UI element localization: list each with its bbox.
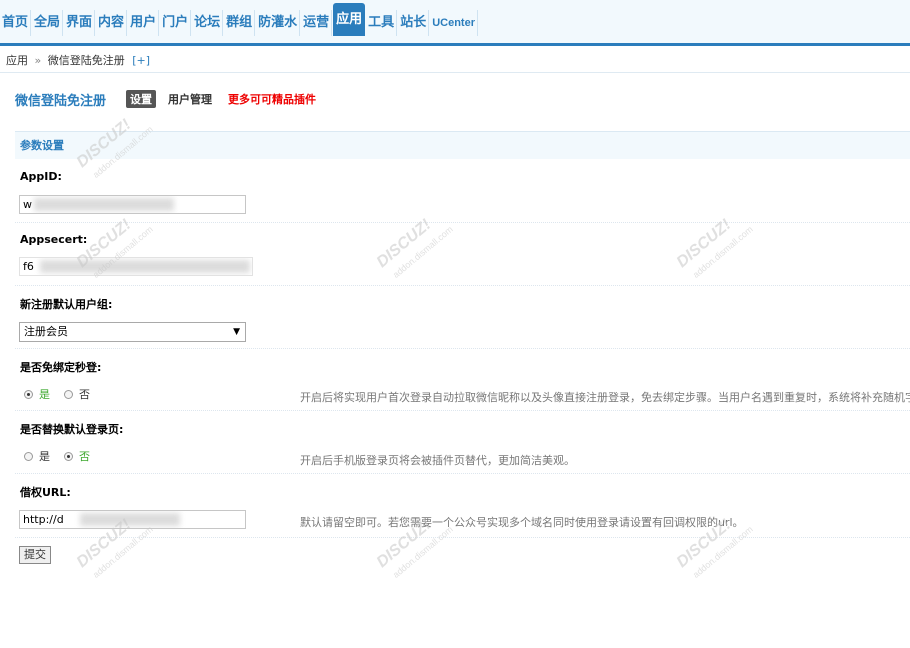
nav-item-founder[interactable]: 站长 (398, 10, 430, 36)
skip-bind-radios: 是 否 (24, 386, 104, 402)
replace-login-yes-label[interactable]: 是 (39, 448, 50, 464)
submit-button[interactable]: 提交 (19, 546, 51, 564)
nav-item-apps[interactable]: 应用 (333, 3, 366, 36)
redacted-mask (34, 198, 174, 211)
borrow-url-tip: 默认请留空即可。若您需要一个公众号实现多个域名同时使用登录请设置有回调权限的ur… (300, 516, 744, 529)
row-divider (15, 473, 910, 474)
nav-item-ucenter[interactable]: UCenter (430, 10, 478, 36)
skip-bind-no-radio[interactable] (64, 389, 73, 399)
default-group-select[interactable]: 注册会员 ▼ (19, 322, 246, 342)
section-header: 参数设置 (15, 131, 910, 159)
svg-text:addon.dismall.com: addon.dismall.com (691, 524, 755, 580)
borrow-url-label: 借权URL: (20, 486, 71, 499)
watermark-logo: DISCUZ! addon.dismall.com (674, 216, 755, 280)
breadcrumb-separator: » (34, 54, 42, 67)
nav-item-antispam[interactable]: 防灌水 (256, 10, 301, 36)
appsecret-label: Appsecert: (20, 233, 88, 246)
row-divider (15, 537, 910, 538)
svg-text:DISCUZ!: DISCUZ! (674, 216, 735, 271)
tab-settings[interactable]: 设置 (126, 90, 157, 108)
redacted-mask (80, 513, 180, 526)
row-divider (15, 348, 910, 349)
tab-user-management[interactable]: 用户管理 (164, 90, 216, 108)
nav-item-home[interactable]: 首页 (0, 10, 32, 36)
nav-item-style[interactable]: 界面 (64, 10, 96, 36)
skip-bind-yes-radio[interactable] (24, 389, 33, 399)
plugin-header: 微信登陆免注册 设置 用户管理 更多可可精品插件 (15, 90, 328, 109)
replace-login-no-radio[interactable] (64, 451, 73, 461)
nav-item-forum[interactable]: 论坛 (192, 10, 224, 36)
redacted-mask (40, 260, 250, 273)
svg-text:addon.dismall.com: addon.dismall.com (91, 524, 155, 580)
row-divider (15, 410, 910, 411)
svg-text:addon.dismall.com: addon.dismall.com (391, 524, 455, 580)
svg-text:DISCUZ!: DISCUZ! (374, 216, 435, 271)
appid-label: AppID: (20, 170, 62, 183)
watermark-logo: DISCUZ! addon.dismall.com (674, 516, 755, 580)
nav-item-global[interactable]: 全局 (32, 10, 64, 36)
nav-item-user[interactable]: 用户 (128, 10, 160, 36)
appsecret-input[interactable]: f6 (19, 257, 253, 276)
svg-text:addon.dismall.com: addon.dismall.com (691, 224, 755, 280)
replace-login-radios: 是 否 (24, 448, 104, 464)
skip-bind-label: 是否免绑定秒登: (20, 361, 102, 374)
dropdown-arrow-icon: ▼ (233, 327, 240, 337)
add-shortcut-link[interactable]: [+] (132, 54, 150, 67)
nav-item-operation[interactable]: 运营 (301, 10, 333, 36)
main-nav: 首页 全局 界面 内容 用户 门户 论坛 群组 防灌水 运营 应用 工具 站长 … (0, 3, 479, 46)
watermark-logo: DISCUZ! addon.dismall.com (74, 116, 155, 180)
more-plugins-link[interactable]: 更多可可精品插件 (224, 90, 320, 108)
watermark-logo: DISCUZ! addon.dismall.com (74, 516, 155, 580)
default-group-value: 注册会员 (24, 325, 68, 338)
watermark-logo: DISCUZ! addon.dismall.com (374, 216, 455, 280)
skip-bind-no-label[interactable]: 否 (79, 386, 90, 402)
replace-login-no-label[interactable]: 否 (79, 448, 90, 464)
nav-item-portal[interactable]: 门户 (160, 10, 192, 36)
replace-login-tip: 开启后手机版登录页将会被插件页替代，更加简洁美观。 (300, 454, 575, 467)
watermark-logo: DISCUZ! addon.dismall.com (374, 516, 455, 580)
appsecret-value: f6 (23, 260, 34, 273)
breadcrumb: 应用 » 微信登陆免注册 [+] (0, 49, 910, 73)
nav-item-content[interactable]: 内容 (96, 10, 128, 36)
plugin-title: 微信登陆免注册 (15, 93, 107, 109)
row-divider (15, 285, 910, 286)
default-group-label: 新注册默认用户组: (20, 298, 113, 311)
svg-text:addon.dismall.com: addon.dismall.com (391, 224, 455, 280)
nav-item-group[interactable]: 群组 (224, 10, 256, 36)
borrow-url-value: http://d (23, 513, 64, 526)
top-nav-bar: 首页 全局 界面 内容 用户 门户 论坛 群组 防灌水 运营 应用 工具 站长 … (0, 0, 910, 46)
breadcrumb-current: 微信登陆免注册 (47, 54, 125, 67)
row-divider (15, 222, 910, 223)
breadcrumb-root[interactable]: 应用 (6, 54, 28, 67)
borrow-url-input[interactable]: http://d (19, 510, 246, 529)
appid-value: w (23, 198, 32, 211)
replace-login-yes-radio[interactable] (24, 451, 33, 461)
skip-bind-yes-label[interactable]: 是 (39, 386, 50, 402)
skip-bind-tip: 开启后将实现用户首次登录自动拉取微信昵称以及头像直接注册登录，免去绑定步骤。当用… (300, 391, 910, 404)
replace-login-label: 是否替换默认登录页: (20, 423, 124, 436)
appid-input[interactable]: w (19, 195, 246, 214)
nav-item-tools[interactable]: 工具 (366, 10, 398, 36)
